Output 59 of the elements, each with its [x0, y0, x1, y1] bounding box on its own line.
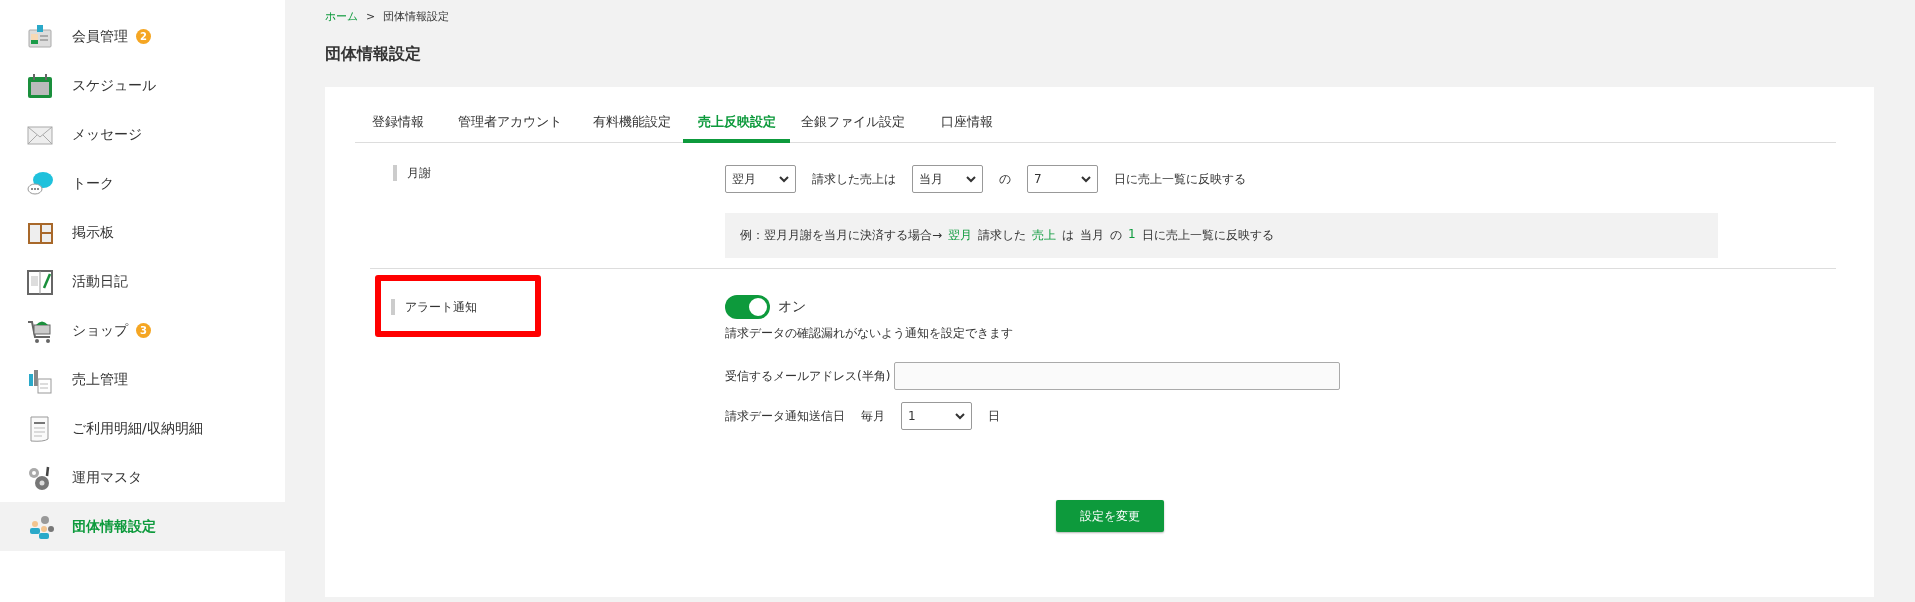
sidebar-item[interactable]: 活動日記	[0, 257, 285, 306]
section-label: 月謝	[393, 165, 431, 181]
toggle-switch[interactable]	[725, 295, 770, 319]
field-label: 受信するメールアドレス(半角)	[725, 367, 891, 385]
field-label: 請求した売上は	[812, 170, 896, 188]
field-label: 請求データ通知送信日	[725, 407, 845, 425]
toggle-label: オン	[778, 298, 806, 316]
field-label: の	[999, 170, 1011, 188]
dropdown[interactable]: 1	[901, 402, 972, 430]
sidebar-item[interactable]: ご利用明細/収納明細	[0, 404, 285, 453]
sidebar-item[interactable]: ショップ 3	[0, 306, 285, 355]
sidebar-item[interactable]: 運用マスタ	[0, 453, 285, 502]
tab[interactable]: 有料機能設定	[580, 101, 683, 143]
tab[interactable]: 管理者アカウント	[440, 101, 580, 143]
sidebar-item[interactable]: スケジュール	[0, 61, 285, 110]
tab[interactable]: 口座情報	[915, 101, 1018, 143]
count-badge: 3	[136, 323, 151, 338]
tab[interactable]: 登録情報	[355, 101, 440, 143]
sidebar-label: 売上管理	[72, 370, 128, 389]
sidebar-label: 活動日記	[72, 272, 128, 291]
id-card-icon	[26, 22, 54, 51]
section-label: アラート通知	[391, 299, 477, 315]
breadcrumb-text: >	[366, 9, 376, 23]
tab[interactable]: 売上反映設定	[683, 101, 790, 143]
chat-bubbles-icon	[26, 169, 54, 198]
sidebar-label: ショップ	[72, 321, 128, 340]
notebook-pen-icon	[26, 267, 54, 296]
field-label: 毎月	[861, 407, 885, 425]
sidebar-label: トーク	[72, 174, 114, 193]
caret-icon	[779, 175, 789, 183]
sidebar-label: 会員管理	[72, 27, 128, 46]
sidebar-item[interactable]: 会員管理 2	[0, 12, 285, 61]
sidebar-item[interactable]: トーク	[0, 159, 285, 208]
breadcrumb-text: 団体情報設定	[383, 8, 450, 24]
count-badge: 2	[136, 29, 151, 44]
dropdown[interactable]: 7	[1027, 165, 1098, 193]
field-label: 日に売上一覧に反映する	[1114, 170, 1246, 188]
sidebar-item[interactable]: メッセージ	[0, 110, 285, 159]
dropdown[interactable]: 当月	[912, 165, 983, 193]
description-text: 請求データの確認漏れがないよう通知を設定できます	[725, 325, 1014, 342]
caret-icon	[955, 412, 965, 420]
calendar-icon	[26, 71, 54, 100]
sidebar-item[interactable]: 掲示板	[0, 208, 285, 257]
page-title: 団体情報設定	[325, 44, 422, 65]
email-input-field[interactable]	[894, 362, 1341, 390]
sidebar-label: ご利用明細/収納明細	[72, 419, 203, 438]
submit-button[interactable]: 設定を変更	[1055, 500, 1164, 532]
dropdown[interactable]: 翌月	[725, 165, 796, 193]
sidebar-label: 掲示板	[72, 223, 114, 242]
sidebar-label: メッセージ	[72, 125, 142, 144]
sidebar-label: スケジュール	[72, 76, 156, 95]
tab[interactable]: 全銀ファイル設定	[790, 101, 915, 143]
sidebar-item[interactable]: 売上管理	[0, 355, 285, 404]
example-note: 例：翌月月謝を当月に決済する場合→ 翌月 請求した 売上 は 当月 の 1 日に売上一覧に反映する	[725, 213, 1718, 258]
caret-icon	[1081, 175, 1091, 183]
sidebar-label: 団体情報設定	[72, 517, 156, 536]
field-label: 日	[988, 407, 1000, 425]
caret-icon	[966, 175, 976, 183]
sidebar-label: 運用マスタ	[72, 468, 142, 487]
